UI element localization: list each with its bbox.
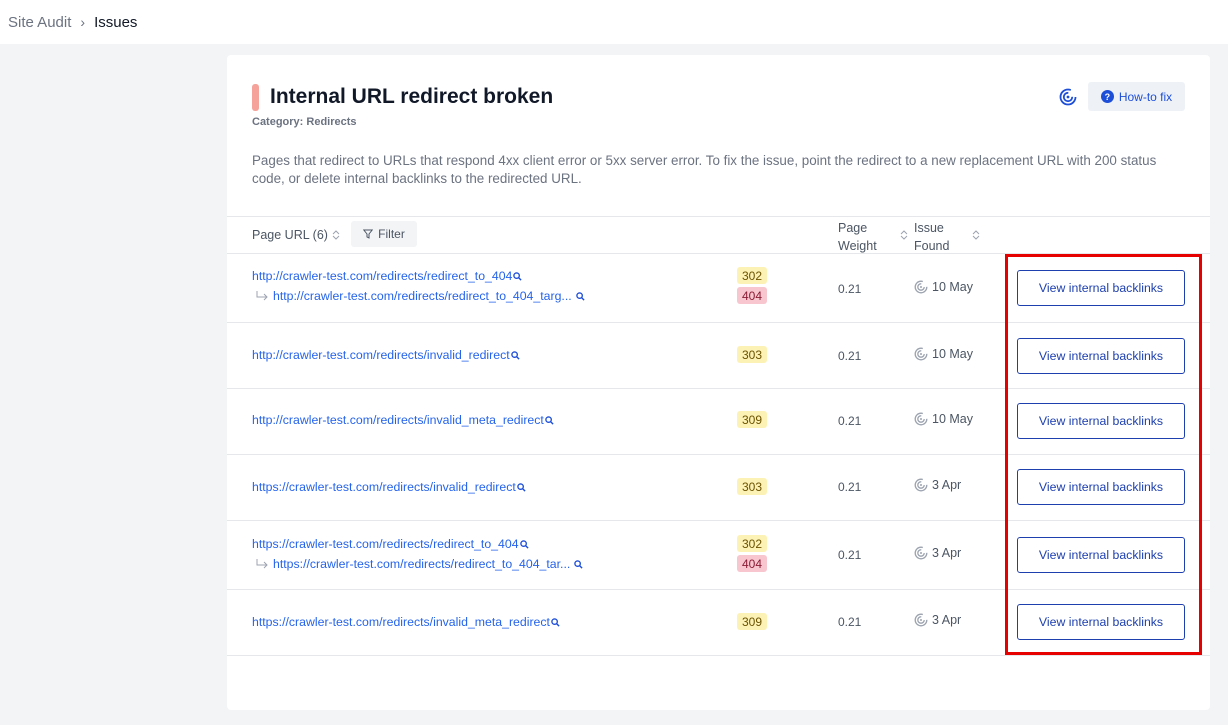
page-weight: 0.21 bbox=[838, 414, 862, 428]
search-icon[interactable] bbox=[510, 350, 520, 360]
issue-found-date: 10 May bbox=[932, 347, 973, 361]
column-issue-found-label-1: Issue bbox=[914, 221, 944, 235]
radar-icon bbox=[914, 280, 928, 294]
radar-icon bbox=[914, 412, 928, 426]
search-icon[interactable] bbox=[545, 415, 554, 425]
issue-found: 3 Apr bbox=[914, 613, 961, 627]
column-page-weight[interactable]: Page Weight bbox=[838, 219, 877, 255]
search-icon[interactable] bbox=[513, 271, 522, 281]
page-url-link[interactable]: http://crawler-test.com/redirects/redire… bbox=[252, 269, 522, 283]
issue-found: 10 May bbox=[914, 412, 973, 426]
sort-icon[interactable] bbox=[972, 229, 980, 241]
page-url-text: http://crawler-test.com/redirects/invali… bbox=[252, 348, 510, 362]
page-weight: 0.21 bbox=[838, 615, 862, 629]
breadcrumb: Site Audit › Issues bbox=[0, 0, 1228, 44]
page-url-text: http://crawler-test.com/redirects/invali… bbox=[252, 413, 544, 427]
status-badge: 404 bbox=[737, 287, 767, 304]
highlight-box bbox=[1005, 254, 1202, 655]
issue-found-date: 3 Apr bbox=[932, 478, 962, 492]
status-badge: 302 bbox=[737, 267, 767, 284]
page-url-link[interactable]: https://crawler-test.com/redirects/redir… bbox=[252, 537, 529, 551]
status-badge: 404 bbox=[737, 555, 767, 572]
page-url-text: https://crawler-test.com/redirects/inval… bbox=[252, 615, 550, 629]
page-weight: 0.21 bbox=[838, 548, 862, 562]
page-url-link[interactable]: https://crawler-test.com/redirects/inval… bbox=[252, 480, 526, 494]
filter-label: Filter bbox=[378, 227, 405, 241]
issue-found-date: 10 May bbox=[932, 280, 973, 294]
radar-icon bbox=[914, 546, 928, 560]
radar-icon bbox=[914, 478, 928, 492]
issue-title: Internal URL redirect broken bbox=[270, 85, 554, 108]
issue-found: 3 Apr bbox=[914, 546, 961, 560]
search-icon[interactable] bbox=[519, 539, 529, 549]
filter-button[interactable]: Filter bbox=[351, 221, 417, 247]
redirect-target-link[interactable]: http://crawler-test.com/redirects/redire… bbox=[256, 289, 585, 303]
issue-found-date: 3 Apr bbox=[932, 546, 962, 560]
issue-found: 10 May bbox=[914, 347, 973, 361]
redirect-target-link[interactable]: https://crawler-test.com/redirects/redir… bbox=[256, 557, 583, 571]
issue-description: Pages that redirect to URLs that respond… bbox=[252, 153, 1157, 186]
redirect-target-text: http://crawler-test.com/redirects/redire… bbox=[273, 289, 572, 303]
status-badge: 303 bbox=[737, 346, 767, 363]
issue-category: Category: Redirects bbox=[252, 116, 357, 128]
column-page-url[interactable]: Page URL (6) bbox=[252, 228, 340, 242]
column-issue-found-label-2: Found bbox=[914, 239, 950, 253]
page-weight: 0.21 bbox=[838, 349, 862, 363]
radar-icon[interactable] bbox=[1059, 88, 1077, 106]
page-url-link[interactable]: http://crawler-test.com/redirects/invali… bbox=[252, 348, 520, 362]
severity-indicator bbox=[252, 84, 259, 111]
table-header: Page URL (6) Filter Page Weight Issue Fo… bbox=[227, 216, 1210, 254]
column-page-weight-label-2: Weight bbox=[838, 239, 877, 253]
sort-icon[interactable] bbox=[900, 229, 908, 241]
redirect-arrow-icon bbox=[256, 291, 268, 301]
search-icon[interactable] bbox=[517, 482, 526, 492]
page-weight: 0.21 bbox=[838, 282, 862, 296]
help-icon: ? bbox=[1100, 90, 1114, 103]
breadcrumb-issues: Issues bbox=[94, 13, 138, 31]
how-to-fix-button[interactable]: ? How-to fix bbox=[1088, 82, 1185, 111]
issue-found: 3 Apr bbox=[914, 478, 961, 492]
radar-icon bbox=[914, 613, 928, 627]
issue-found-date: 3 Apr bbox=[932, 613, 962, 627]
search-icon[interactable] bbox=[575, 291, 585, 301]
search-icon[interactable] bbox=[551, 617, 560, 627]
search-icon[interactable] bbox=[574, 559, 583, 569]
page-url-text: http://crawler-test.com/redirects/redire… bbox=[252, 269, 513, 283]
filter-icon bbox=[363, 229, 374, 239]
status-badge: 309 bbox=[737, 411, 767, 428]
breadcrumb-separator: › bbox=[80, 14, 86, 30]
issue-found: 10 May bbox=[914, 280, 973, 294]
issue-found-date: 10 May bbox=[932, 412, 973, 426]
page-url-text: https://crawler-test.com/redirects/redir… bbox=[252, 537, 519, 551]
page-weight: 0.21 bbox=[838, 480, 862, 494]
page-url-link[interactable]: http://crawler-test.com/redirects/invali… bbox=[252, 413, 554, 427]
breadcrumb-site-audit[interactable]: Site Audit bbox=[8, 14, 71, 31]
redirect-arrow-icon bbox=[256, 559, 268, 569]
radar-icon bbox=[914, 347, 928, 361]
status-badge: 309 bbox=[737, 613, 767, 630]
redirect-target-text: https://crawler-test.com/redirects/redir… bbox=[273, 557, 571, 571]
page-url-text: https://crawler-test.com/redirects/inval… bbox=[252, 480, 516, 494]
status-badge: 303 bbox=[737, 478, 767, 495]
column-page-url-label: Page URL (6) bbox=[252, 228, 328, 242]
sort-icon bbox=[332, 230, 340, 240]
page-url-link[interactable]: https://crawler-test.com/redirects/inval… bbox=[252, 615, 560, 629]
column-issue-found[interactable]: Issue Found bbox=[914, 219, 949, 255]
how-to-fix-label: How-to fix bbox=[1118, 89, 1173, 104]
column-page-weight-label-1: Page bbox=[838, 221, 868, 235]
status-badge: 302 bbox=[737, 535, 767, 552]
